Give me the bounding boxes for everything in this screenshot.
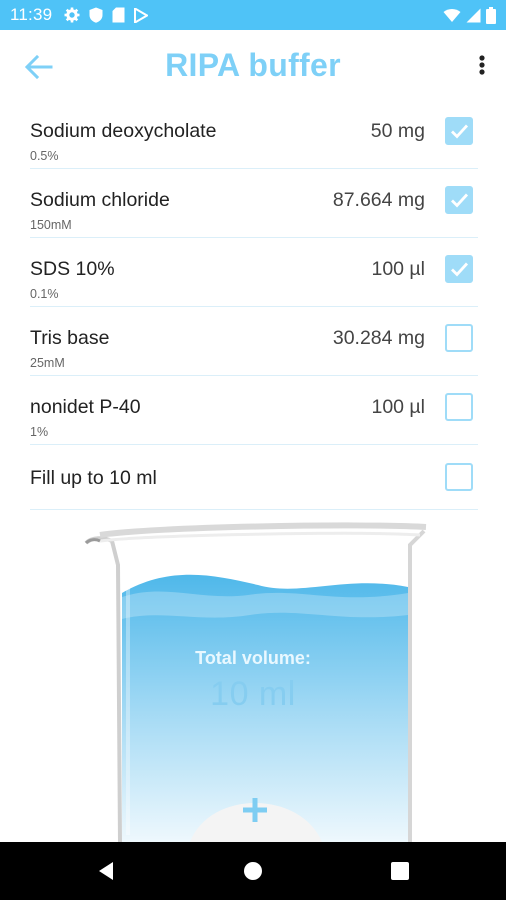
system-nav-bar — [0, 842, 506, 900]
cell-signal-icon — [466, 8, 481, 23]
status-time: 11:39 — [10, 5, 53, 24]
beaker: Total volume: 10 ml — [0, 505, 506, 843]
checkmark-icon — [451, 262, 469, 277]
ingredient-checkbox[interactable] — [445, 117, 473, 145]
checkmark-icon — [451, 124, 469, 139]
ingredient-concentration: 1% — [30, 425, 49, 439]
ingredient-row[interactable]: SDS 10% 0.1% 100 µl — [30, 238, 478, 307]
total-volume-value: 10 ml — [210, 675, 296, 713]
sd-card-icon — [112, 7, 125, 23]
app-bar: RIPA buffer — [0, 30, 506, 102]
ingredient-concentration: 25mM — [30, 356, 65, 370]
status-bar: 11:39 — [0, 0, 506, 30]
ingredient-concentration: 0.1% — [30, 287, 59, 301]
home-circle-icon[interactable] — [223, 842, 283, 900]
plus-icon[interactable] — [235, 790, 275, 830]
recents-square-icon[interactable] — [370, 842, 430, 900]
ingredient-list: Sodium deoxycholate 0.5% 50 mg Sodium ch… — [30, 100, 478, 510]
ingredient-checkbox[interactable] — [445, 463, 473, 491]
ingredient-name: Tris base — [30, 327, 110, 349]
status-icons-left — [64, 7, 149, 23]
ingredient-row[interactable]: nonidet P-40 1% 100 µl — [30, 376, 478, 445]
gear-icon — [64, 7, 80, 23]
ingredient-name: nonidet P-40 — [30, 396, 141, 418]
ingredient-name: Sodium chloride — [30, 189, 170, 211]
ingredient-amount: 50 mg — [370, 120, 425, 142]
ingredient-checkbox[interactable] — [445, 393, 473, 421]
ingredient-amount: 30.284 mg — [332, 327, 425, 349]
ingredient-checkbox[interactable] — [445, 255, 473, 283]
ingredient-amount: 100 µl — [371, 258, 425, 280]
ingredient-name: Sodium deoxycholate — [30, 120, 217, 142]
ingredient-name: SDS 10% — [30, 258, 115, 280]
ingredient-row[interactable]: Tris base 25mM 30.284 mg — [30, 307, 478, 376]
ingredient-row[interactable]: Sodium chloride 150mM 87.664 mg — [30, 169, 478, 238]
ingredient-name: Fill up to 10 ml — [30, 467, 157, 489]
ingredient-concentration: 0.5% — [30, 149, 59, 163]
back-triangle-icon[interactable] — [76, 842, 136, 900]
ingredient-checkbox[interactable] — [445, 324, 473, 352]
ingredient-row[interactable]: Sodium deoxycholate 0.5% 50 mg — [30, 100, 478, 169]
ingredient-row[interactable]: Fill up to 10 ml — [30, 445, 478, 510]
status-icons-right — [443, 0, 496, 30]
ingredient-concentration: 150mM — [30, 218, 72, 232]
shield-icon — [89, 7, 103, 23]
ingredient-amount: 87.664 mg — [332, 189, 425, 211]
ingredient-amount: 100 µl — [371, 396, 425, 418]
checkmark-icon — [451, 193, 469, 208]
more-vert-icon[interactable] — [474, 52, 490, 82]
total-volume-label: Total volume: — [195, 648, 311, 668]
play-store-icon — [134, 7, 149, 23]
battery-icon — [486, 6, 496, 24]
ingredient-checkbox[interactable] — [445, 186, 473, 214]
page-title: RIPA buffer — [165, 47, 341, 83]
wifi-icon — [443, 8, 461, 23]
